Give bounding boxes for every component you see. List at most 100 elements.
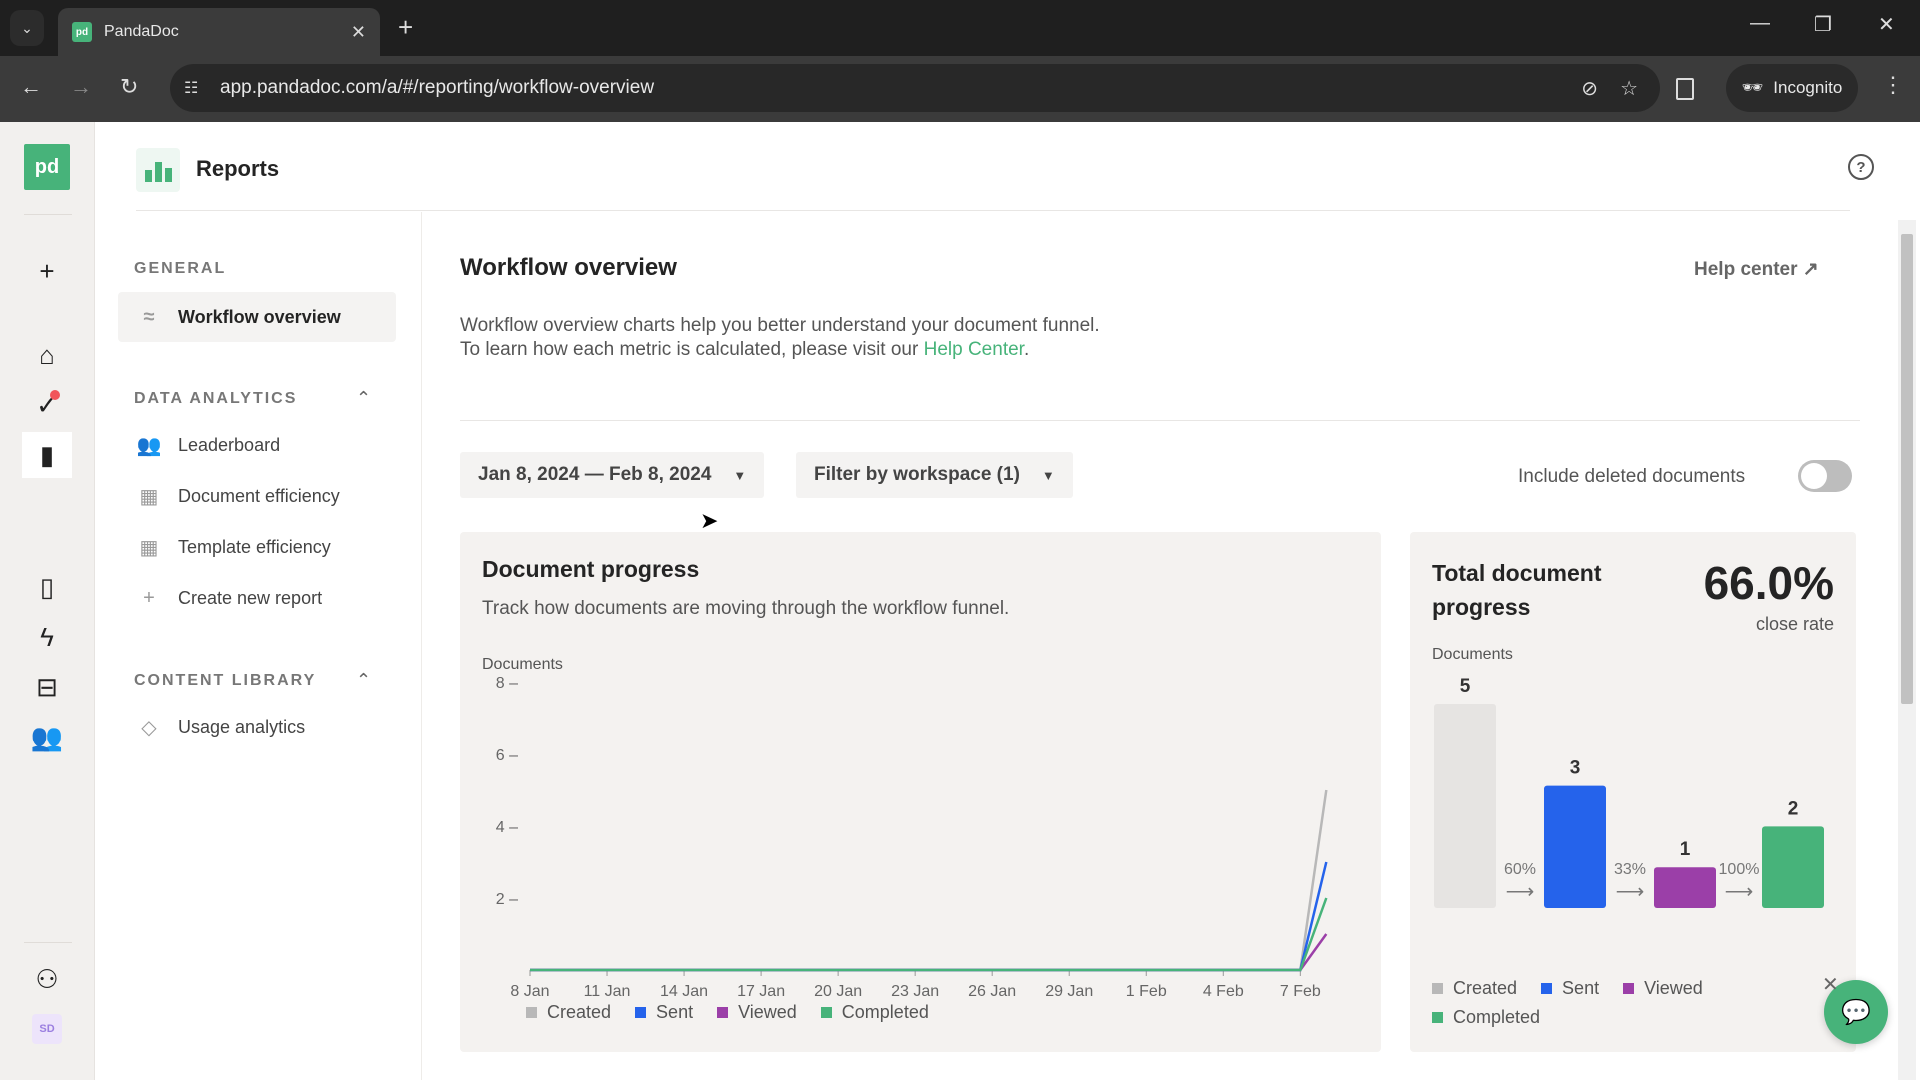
incognito-icon: 🕶 bbox=[1741, 78, 1764, 97]
close-window-icon[interactable]: ✕ bbox=[1878, 12, 1895, 37]
legend-item-sent[interactable]: Sent bbox=[1541, 978, 1599, 999]
bar-chart-legend: Created Sent Viewed Completed bbox=[1432, 978, 1762, 1028]
content-library-section-label: CONTENT LIBRARY bbox=[134, 672, 317, 689]
bar-created bbox=[1434, 704, 1496, 908]
bar-sent bbox=[1544, 785, 1606, 908]
new-tab-icon[interactable]: + bbox=[398, 12, 413, 43]
legend-swatch bbox=[526, 1007, 537, 1018]
total-document-progress-card: Total document progress 66.0% close rate… bbox=[1410, 532, 1856, 1052]
legend-item-sent[interactable]: Sent bbox=[635, 1002, 693, 1023]
back-icon[interactable]: ← bbox=[20, 74, 42, 100]
url-text[interactable]: app.pandadoc.com/a/#/reporting/workflow-… bbox=[220, 77, 1581, 99]
close-chat-icon[interactable]: ✕ bbox=[1822, 972, 1839, 997]
x-tick-label: 7 Feb bbox=[1280, 983, 1321, 1000]
include-deleted-label: Include deleted documents bbox=[1518, 466, 1746, 487]
legend-swatch bbox=[1541, 983, 1553, 994]
bar-value-label: 1 bbox=[1680, 839, 1691, 860]
address-bar[interactable]: ☷ app.pandadoc.com/a/#/reporting/workflo… bbox=[170, 64, 1660, 112]
invite-user-icon[interactable]: ⚇ bbox=[22, 956, 72, 1002]
legend-item-completed[interactable]: Completed bbox=[1432, 1007, 1540, 1028]
document-progress-line-chart: 2 – 4 – 6 – 8 – 8 Jan 11 Jan 14 Jan 17 Jan 20 Ja… bbox=[496, 675, 1328, 1000]
collapse-chevron-up-icon[interactable]: ⌃ bbox=[356, 388, 371, 409]
page-scrollbar[interactable] bbox=[1898, 220, 1916, 1080]
total-progress-title: Total document progress bbox=[1432, 560, 1602, 620]
nav-workflow-overview[interactable]: ≈ Workflow overview bbox=[118, 292, 396, 342]
include-deleted-toggle[interactable] bbox=[1798, 460, 1852, 492]
nav-document-efficiency[interactable]: ▦ Document efficiency bbox=[118, 471, 396, 521]
legend-item-viewed[interactable]: Viewed bbox=[717, 1002, 797, 1023]
legend-item-viewed[interactable]: Viewed bbox=[1623, 978, 1703, 999]
x-tick-label: 14 Jan bbox=[660, 983, 708, 1000]
documents-icon[interactable]: ▯ bbox=[22, 564, 72, 610]
bookmark-star-icon[interactable]: ☆ bbox=[1620, 76, 1638, 101]
home-icon[interactable]: ⌂ bbox=[22, 332, 72, 378]
legend-item-created[interactable]: Created bbox=[526, 1002, 611, 1023]
nav-leaderboard[interactable]: 👥 Leaderboard bbox=[118, 420, 396, 470]
legend-item-completed[interactable]: Completed bbox=[820, 1002, 929, 1023]
bar-value-label: 2 bbox=[1788, 798, 1799, 819]
page-title: Workflow overview bbox=[460, 254, 677, 281]
close-tab-icon[interactable]: ✕ bbox=[351, 22, 366, 43]
site-settings-icon[interactable]: ☷ bbox=[184, 78, 214, 98]
incognito-label: Incognito bbox=[1773, 78, 1843, 97]
notification-dot bbox=[50, 390, 60, 400]
automation-bolt-icon[interactable]: ϟ bbox=[22, 614, 72, 660]
x-tick-label: 1 Feb bbox=[1126, 983, 1167, 1000]
help-question-icon[interactable]: ? bbox=[1848, 154, 1874, 180]
tab-search-chevron-icon[interactable]: ⌄ bbox=[10, 10, 44, 46]
minimize-icon[interactable]: — bbox=[1750, 12, 1770, 35]
nav-create-new-report[interactable]: + Create new report bbox=[118, 573, 396, 623]
table-icon: ▦ bbox=[139, 485, 159, 508]
side-panel-icon[interactable] bbox=[1676, 78, 1694, 100]
section-title: Reports bbox=[196, 156, 280, 181]
legend-item-created[interactable]: Created bbox=[1432, 978, 1517, 999]
nav-label: Leaderboard bbox=[178, 434, 281, 455]
conversion-arrow-icon: ⟶ bbox=[1506, 881, 1535, 903]
forward-icon[interactable]: → bbox=[70, 74, 92, 100]
legend-label: Created bbox=[1453, 978, 1518, 998]
y-tick-label: 2 – bbox=[496, 891, 518, 908]
eye-off-icon[interactable]: ⊘ bbox=[1581, 76, 1598, 101]
reports-chart-icon[interactable]: ▮ bbox=[22, 432, 72, 478]
legend-label: Sent bbox=[1562, 978, 1600, 998]
pandadoc-favicon-icon: pd bbox=[72, 22, 92, 42]
workspace-filter-dropdown[interactable]: Filter by workspace (1) ▼ bbox=[796, 452, 1073, 498]
rail-divider bbox=[24, 942, 72, 943]
rail-divider bbox=[24, 214, 72, 215]
date-range-dropdown[interactable]: Jan 8, 2024 — Feb 8, 2024 ▼ bbox=[460, 452, 765, 498]
line-chart-legend: Created Sent Viewed Completed bbox=[526, 1002, 929, 1023]
create-plus-icon[interactable]: + bbox=[22, 248, 72, 294]
legend-label: Completed bbox=[841, 1002, 929, 1022]
reports-subnav: GENERAL ≈ Workflow overview DATA ANALYTI… bbox=[96, 212, 422, 1080]
series-line-created bbox=[530, 789, 1328, 972]
series-line-sent bbox=[530, 861, 1328, 972]
data-analytics-section-label: DATA ANALYTICS bbox=[134, 390, 298, 407]
series-line-completed bbox=[530, 897, 1328, 972]
series-line-viewed bbox=[530, 933, 1328, 972]
close-rate-value: 66.0% bbox=[1703, 557, 1834, 609]
page-header: Reports ? bbox=[96, 122, 1920, 212]
help-center-link[interactable]: Help center ↗ bbox=[1694, 258, 1819, 281]
browser-toolbar: ← → ↻ ☷ app.pandadoc.com/a/#/reporting/w… bbox=[0, 56, 1920, 122]
collapse-chevron-up-icon[interactable]: ⌃ bbox=[356, 670, 371, 691]
nav-usage-analytics[interactable]: ◇ Usage analytics bbox=[118, 702, 396, 752]
reload-icon[interactable]: ↻ bbox=[120, 74, 138, 100]
restore-icon[interactable]: ❐ bbox=[1814, 12, 1832, 37]
tasks-check-icon[interactable]: ✓ bbox=[22, 382, 72, 428]
incognito-badge[interactable]: 🕶 Incognito bbox=[1726, 64, 1858, 112]
scrollbar-thumb[interactable] bbox=[1901, 234, 1913, 704]
browser-tab[interactable]: pd PandaDoc ✕ bbox=[58, 8, 380, 56]
templates-icon[interactable]: ⊟ bbox=[22, 664, 72, 710]
browser-menu-icon[interactable]: ⋮ bbox=[1882, 72, 1904, 98]
plus-icon: + bbox=[143, 586, 155, 609]
pandadoc-logo[interactable]: pd bbox=[24, 144, 70, 190]
nav-template-efficiency[interactable]: ▦ Template efficiency bbox=[118, 522, 396, 572]
contacts-icon[interactable]: 👥 bbox=[22, 714, 72, 760]
workspace-filter-value: Filter by workspace (1) bbox=[814, 464, 1020, 485]
bar-completed bbox=[1762, 826, 1824, 908]
x-tick-label: 26 Jan bbox=[968, 983, 1016, 1000]
x-tick-label: 8 Jan bbox=[510, 983, 549, 1000]
help-center-inline-link[interactable]: Help Center bbox=[924, 339, 1024, 360]
user-avatar[interactable]: SD bbox=[32, 1014, 62, 1044]
nav-label: Usage analytics bbox=[178, 716, 306, 737]
